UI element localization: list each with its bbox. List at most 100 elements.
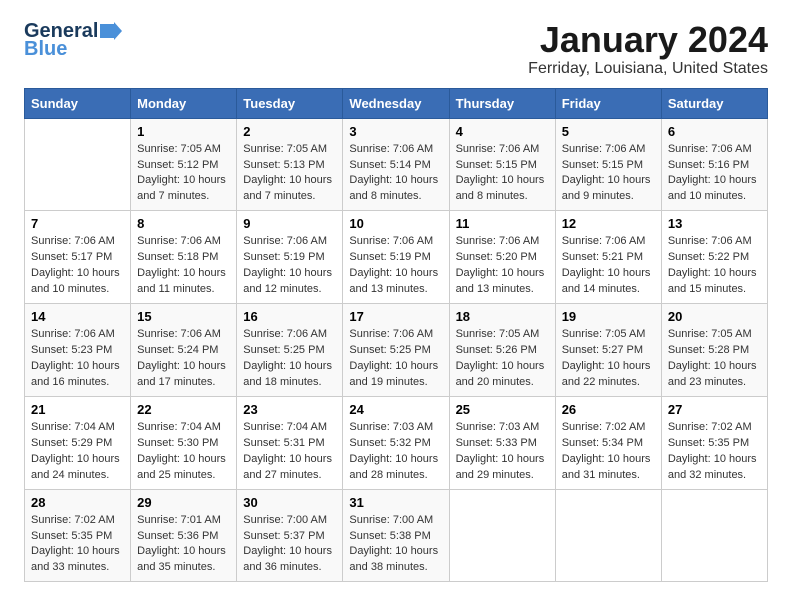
calendar-cell [661, 489, 767, 582]
day-number: 15 [137, 309, 230, 324]
day-number: 4 [456, 124, 549, 139]
day-info: Sunrise: 7:05 AM Sunset: 5:28 PM Dayligh… [668, 327, 761, 391]
day-number: 30 [243, 495, 336, 510]
calendar-week-row: 1Sunrise: 7:05 AM Sunset: 5:12 PM Daylig… [25, 118, 768, 211]
day-info: Sunrise: 7:04 AM Sunset: 5:29 PM Dayligh… [31, 420, 124, 484]
day-number: 26 [562, 402, 655, 417]
day-number: 8 [137, 216, 230, 231]
weekday-header-cell: Tuesday [237, 88, 343, 118]
day-number: 7 [31, 216, 124, 231]
weekday-header-cell: Wednesday [343, 88, 449, 118]
day-number: 6 [668, 124, 761, 139]
calendar-cell: 4 Sunrise: 7:06 AM Sunset: 5:15 PM Daylig… [449, 118, 555, 211]
calendar-cell: 20 Sunrise: 7:05 AM Sunset: 5:28 PM Dayli… [661, 304, 767, 397]
day-info: Sunrise: 7:06 AM Sunset: 5:16 PM Dayligh… [668, 142, 761, 206]
calendar-cell: 29 Sunrise: 7:01 AM Sunset: 5:36 PM Dayli… [131, 489, 237, 582]
day-info: Sunrise: 7:00 AM Sunset: 5:37 PM Dayligh… [243, 513, 336, 577]
day-number: 23 [243, 402, 336, 417]
calendar-table: SundayMondayTuesdayWednesdayThursdayFrid… [24, 88, 768, 583]
calendar-cell: 7Sunrise: 7:06 AM Sunset: 5:17 PM Daylig… [25, 211, 131, 304]
day-number: 18 [456, 309, 549, 324]
day-info: Sunrise: 7:02 AM Sunset: 5:34 PM Dayligh… [562, 420, 655, 484]
day-info: Sunrise: 7:06 AM Sunset: 5:18 PM Dayligh… [137, 234, 230, 298]
day-info: Sunrise: 7:06 AM Sunset: 5:15 PM Dayligh… [456, 142, 549, 206]
day-info: Sunrise: 7:05 AM Sunset: 5:27 PM Dayligh… [562, 327, 655, 391]
calendar-cell: 18 Sunrise: 7:05 AM Sunset: 5:26 PM Dayli… [449, 304, 555, 397]
day-number: 10 [349, 216, 442, 231]
title-area: January 2024 Ferriday, Louisiana, United… [528, 20, 768, 78]
page-header: General Blue January 2024 Ferriday, Loui… [24, 20, 768, 78]
day-info: Sunrise: 7:00 AM Sunset: 5:38 PM Dayligh… [349, 513, 442, 577]
weekday-header-cell: Thursday [449, 88, 555, 118]
day-info: Sunrise: 7:06 AM Sunset: 5:25 PM Dayligh… [349, 327, 442, 391]
calendar-cell: 1Sunrise: 7:05 AM Sunset: 5:12 PM Daylig… [131, 118, 237, 211]
day-number: 17 [349, 309, 442, 324]
day-info: Sunrise: 7:06 AM Sunset: 5:25 PM Dayligh… [243, 327, 336, 391]
calendar-cell: 11 Sunrise: 7:06 AM Sunset: 5:20 PM Dayli… [449, 211, 555, 304]
calendar-cell: 21 Sunrise: 7:04 AM Sunset: 5:29 PM Dayli… [25, 396, 131, 489]
day-info: Sunrise: 7:01 AM Sunset: 5:36 PM Dayligh… [137, 513, 230, 577]
calendar-cell: 26 Sunrise: 7:02 AM Sunset: 5:34 PM Dayli… [555, 396, 661, 489]
calendar-cell: 22Sunrise: 7:04 AM Sunset: 5:30 PM Dayli… [131, 396, 237, 489]
day-number: 11 [456, 216, 549, 231]
calendar-cell: 17 Sunrise: 7:06 AM Sunset: 5:25 PM Dayli… [343, 304, 449, 397]
calendar-body: 1Sunrise: 7:05 AM Sunset: 5:12 PM Daylig… [25, 118, 768, 582]
weekday-header-cell: Sunday [25, 88, 131, 118]
calendar-cell [25, 118, 131, 211]
calendar-cell: 28 Sunrise: 7:02 AM Sunset: 5:35 PM Dayli… [25, 489, 131, 582]
weekday-header-cell: Monday [131, 88, 237, 118]
day-info: Sunrise: 7:02 AM Sunset: 5:35 PM Dayligh… [668, 420, 761, 484]
day-info: Sunrise: 7:06 AM Sunset: 5:21 PM Dayligh… [562, 234, 655, 298]
month-title: January 2024 [528, 20, 768, 60]
calendar-week-row: 28 Sunrise: 7:02 AM Sunset: 5:35 PM Dayli… [25, 489, 768, 582]
calendar-week-row: 21 Sunrise: 7:04 AM Sunset: 5:29 PM Dayli… [25, 396, 768, 489]
calendar-cell [555, 489, 661, 582]
calendar-cell: 24Sunrise: 7:03 AM Sunset: 5:32 PM Dayli… [343, 396, 449, 489]
calendar-cell: 25 Sunrise: 7:03 AM Sunset: 5:33 PM Dayli… [449, 396, 555, 489]
day-number: 28 [31, 495, 124, 510]
location-text: Ferriday, Louisiana, United States [528, 60, 768, 78]
weekday-header-row: SundayMondayTuesdayWednesdayThursdayFrid… [25, 88, 768, 118]
day-info: Sunrise: 7:04 AM Sunset: 5:31 PM Dayligh… [243, 420, 336, 484]
calendar-cell: 31 Sunrise: 7:00 AM Sunset: 5:38 PM Dayli… [343, 489, 449, 582]
day-info: Sunrise: 7:06 AM Sunset: 5:20 PM Dayligh… [456, 234, 549, 298]
day-number: 25 [456, 402, 549, 417]
day-number: 13 [668, 216, 761, 231]
day-info: Sunrise: 7:06 AM Sunset: 5:23 PM Dayligh… [31, 327, 124, 391]
calendar-cell [449, 489, 555, 582]
day-info: Sunrise: 7:06 AM Sunset: 5:14 PM Dayligh… [349, 142, 442, 206]
day-info: Sunrise: 7:06 AM Sunset: 5:24 PM Dayligh… [137, 327, 230, 391]
calendar-cell: 12Sunrise: 7:06 AM Sunset: 5:21 PM Dayli… [555, 211, 661, 304]
day-number: 29 [137, 495, 230, 510]
weekday-header-cell: Friday [555, 88, 661, 118]
calendar-cell: 14 Sunrise: 7:06 AM Sunset: 5:23 PM Dayli… [25, 304, 131, 397]
calendar-week-row: 14 Sunrise: 7:06 AM Sunset: 5:23 PM Dayli… [25, 304, 768, 397]
calendar-cell: 9 Sunrise: 7:06 AM Sunset: 5:19 PM Daylig… [237, 211, 343, 304]
day-number: 9 [243, 216, 336, 231]
calendar-cell: 15 Sunrise: 7:06 AM Sunset: 5:24 PM Dayli… [131, 304, 237, 397]
day-number: 20 [668, 309, 761, 324]
calendar-cell: 10 Sunrise: 7:06 AM Sunset: 5:19 PM Dayli… [343, 211, 449, 304]
day-info: Sunrise: 7:03 AM Sunset: 5:33 PM Dayligh… [456, 420, 549, 484]
logo-arrow-icon [100, 22, 122, 40]
day-info: Sunrise: 7:06 AM Sunset: 5:19 PM Dayligh… [243, 234, 336, 298]
day-info: Sunrise: 7:05 AM Sunset: 5:26 PM Dayligh… [456, 327, 549, 391]
day-number: 31 [349, 495, 442, 510]
day-info: Sunrise: 7:06 AM Sunset: 5:15 PM Dayligh… [562, 142, 655, 206]
calendar-cell: 3Sunrise: 7:06 AM Sunset: 5:14 PM Daylig… [343, 118, 449, 211]
day-number: 16 [243, 309, 336, 324]
calendar-cell: 30 Sunrise: 7:00 AM Sunset: 5:37 PM Dayli… [237, 489, 343, 582]
calendar-cell: 6 Sunrise: 7:06 AM Sunset: 5:16 PM Daylig… [661, 118, 767, 211]
weekday-header-cell: Saturday [661, 88, 767, 118]
day-number: 21 [31, 402, 124, 417]
day-info: Sunrise: 7:02 AM Sunset: 5:35 PM Dayligh… [31, 513, 124, 577]
logo-text-blue: Blue [24, 38, 67, 60]
day-number: 14 [31, 309, 124, 324]
day-info: Sunrise: 7:06 AM Sunset: 5:19 PM Dayligh… [349, 234, 442, 298]
calendar-cell: 27Sunrise: 7:02 AM Sunset: 5:35 PM Dayli… [661, 396, 767, 489]
day-info: Sunrise: 7:06 AM Sunset: 5:22 PM Dayligh… [668, 234, 761, 298]
logo: General Blue [24, 20, 122, 60]
calendar-cell: 23 Sunrise: 7:04 AM Sunset: 5:31 PM Dayli… [237, 396, 343, 489]
calendar-cell: 13 Sunrise: 7:06 AM Sunset: 5:22 PM Dayli… [661, 211, 767, 304]
day-number: 22 [137, 402, 230, 417]
